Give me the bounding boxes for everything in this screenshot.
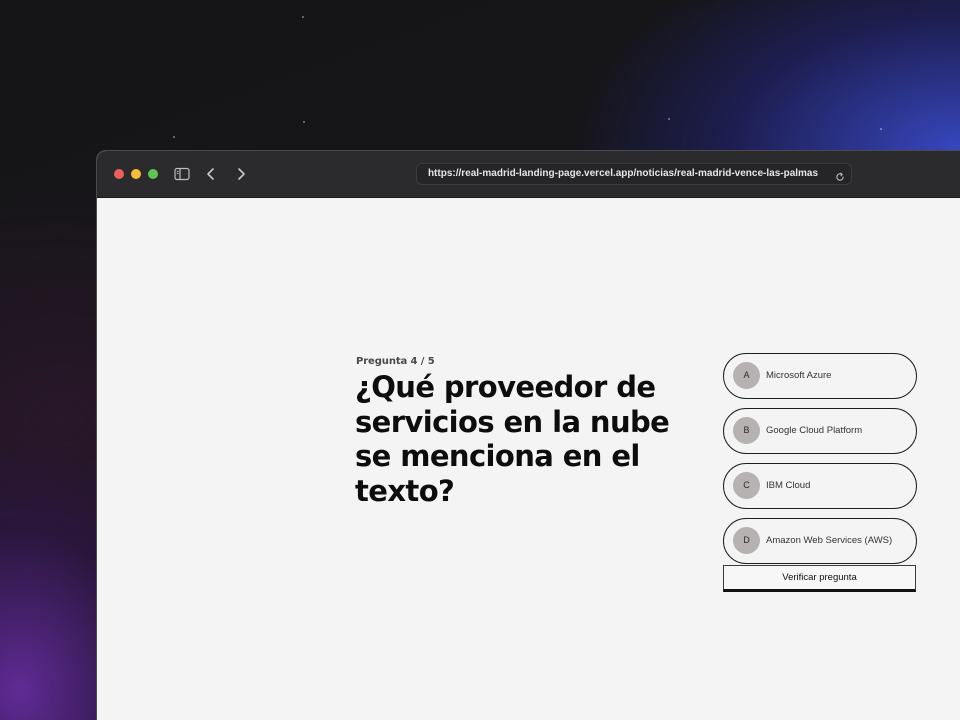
answer-option-d[interactable]: D Amazon Web Services (AWS) xyxy=(723,518,917,564)
url-text[interactable]: https://real-madrid-landing-page.vercel.… xyxy=(417,164,829,184)
browser-titlebar: https://real-madrid-landing-page.vercel.… xyxy=(97,151,960,198)
minimize-window-button[interactable] xyxy=(131,169,141,179)
answer-option-a[interactable]: A Microsoft Azure xyxy=(723,353,917,399)
option-letter-badge: A xyxy=(733,362,760,389)
quiz-page: Pregunta 4 / 5 ¿Qué proveedor de servici… xyxy=(97,198,960,720)
option-letter-badge: B xyxy=(733,417,760,444)
option-label: IBM Cloud xyxy=(766,480,811,491)
option-label: Google Cloud Platform xyxy=(766,425,863,436)
question-counter: Pregunta 4 / 5 xyxy=(356,356,435,367)
answer-option-c[interactable]: C IBM Cloud xyxy=(723,463,917,509)
option-label: Microsoft Azure xyxy=(766,370,832,381)
background-star xyxy=(668,118,670,120)
background-star xyxy=(173,136,175,138)
option-letter-badge: C xyxy=(733,472,760,499)
close-window-button[interactable] xyxy=(114,169,124,179)
maximize-window-button[interactable] xyxy=(148,169,158,179)
chevron-right-icon[interactable] xyxy=(231,164,251,184)
background-star xyxy=(880,128,882,130)
chevron-left-icon[interactable] xyxy=(201,164,221,184)
reload-icon[interactable] xyxy=(835,169,845,181)
background-star xyxy=(302,16,304,18)
verify-question-button[interactable]: Verificar pregunta xyxy=(723,565,916,592)
answer-option-b[interactable]: B Google Cloud Platform xyxy=(723,408,917,454)
answer-options: A Microsoft Azure B Google Cloud Platfor… xyxy=(723,353,917,573)
question-title: ¿Qué proveedor de servicios en la nube s… xyxy=(355,370,670,508)
browser-window: https://real-madrid-landing-page.vercel.… xyxy=(96,150,960,720)
option-letter-badge: D xyxy=(733,527,760,554)
option-label: Amazon Web Services (AWS) xyxy=(766,535,893,546)
address-bar[interactable]: https://real-madrid-landing-page.vercel.… xyxy=(416,163,852,185)
background-star xyxy=(303,121,305,123)
sidebar-icon[interactable] xyxy=(174,166,190,182)
